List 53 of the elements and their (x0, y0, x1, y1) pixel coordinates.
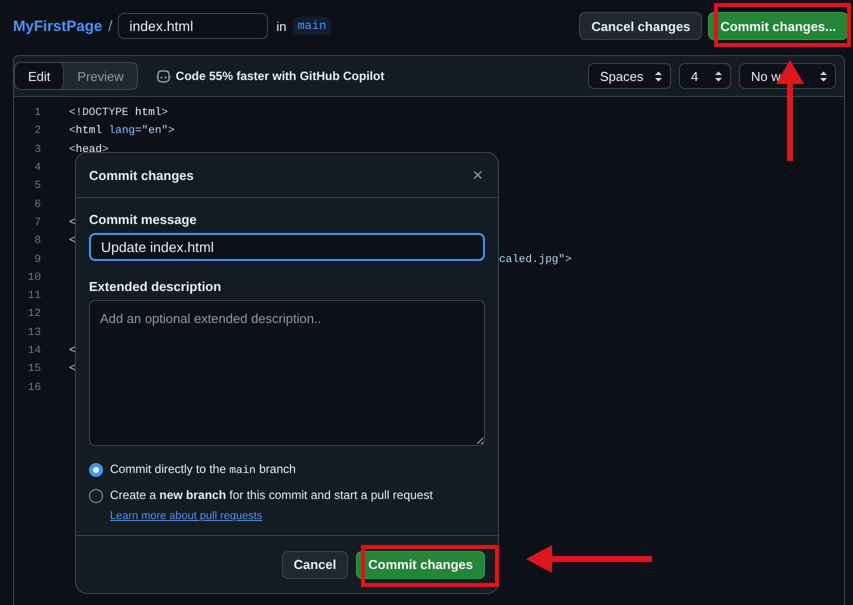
repo-link[interactable]: MyFirstPage (13, 18, 102, 34)
code-line: < (69, 216, 76, 229)
line-number: 6 (33, 198, 41, 211)
line-number: 10 (26, 272, 41, 284)
code-line: < (69, 345, 76, 357)
code-line: <html lang="en"> (69, 125, 175, 138)
radio-button[interactable] (89, 463, 103, 478)
branch-label: main (292, 17, 332, 35)
description-field[interactable]: Add an optional extended description.. (89, 300, 485, 446)
learn-more-link[interactable]: Learn more about pull requests (110, 510, 262, 522)
indent-size-select[interactable]: 4 (679, 63, 731, 89)
code-line: < (69, 363, 76, 376)
code-line: <!DOCTYPE html> (69, 107, 168, 120)
line-number: 2 (33, 125, 41, 138)
line-number: 9 (33, 254, 41, 266)
dialog-title: Commit changes (89, 168, 194, 183)
line-number: 11 (26, 290, 41, 302)
chevron-up-down-icon (820, 70, 827, 82)
chevron-up-down-icon (715, 70, 722, 82)
line-number: 8 (33, 235, 41, 248)
line-number: 12 (26, 308, 41, 320)
option-label: Commit directly to the main branch (110, 461, 296, 480)
code-line: <head> (69, 144, 109, 156)
commit-message-field[interactable]: Update index.html (89, 233, 485, 262)
radio-button[interactable] (89, 489, 103, 504)
commit-changes-button[interactable]: Commit changes... (708, 12, 848, 40)
copilot-hint[interactable]: Code 55% faster with GitHub Copilot (176, 69, 384, 83)
indent-mode-select[interactable]: Spaces (588, 63, 671, 89)
field-label: Extended description (89, 279, 222, 294)
line-number: 5 (33, 180, 41, 192)
cancel-changes-button[interactable]: Cancel changes (579, 12, 702, 40)
line-number: 16 (26, 382, 41, 394)
copilot-icon (156, 70, 171, 82)
code-line: < (69, 235, 76, 248)
line-number: 15 (26, 363, 41, 376)
option-label: Create a new branch for this commit and start a pull request Learn more about pull requests (110, 487, 434, 524)
filename-field[interactable]: index.html (118, 13, 268, 39)
commit-changes-button[interactable]: Commit changes (356, 550, 485, 579)
line-number: 1 (33, 107, 41, 120)
field-label: Commit message (89, 212, 198, 228)
close-button[interactable]: × (470, 164, 485, 186)
code-line: caled.jpg"> (499, 254, 572, 266)
line-number: 13 (26, 326, 41, 339)
line-number: 14 (26, 345, 41, 357)
chevron-up-down-icon (655, 70, 662, 82)
view-tab[interactable]: Edit (15, 63, 64, 89)
path-separator: / (108, 18, 112, 34)
view-tab[interactable]: Preview (64, 63, 137, 89)
line-number: 4 (33, 162, 41, 174)
cancel-button[interactable]: Cancel (282, 550, 348, 579)
in-label: in (276, 18, 286, 34)
line-number: 3 (33, 144, 41, 156)
line-number: 7 (33, 216, 41, 229)
